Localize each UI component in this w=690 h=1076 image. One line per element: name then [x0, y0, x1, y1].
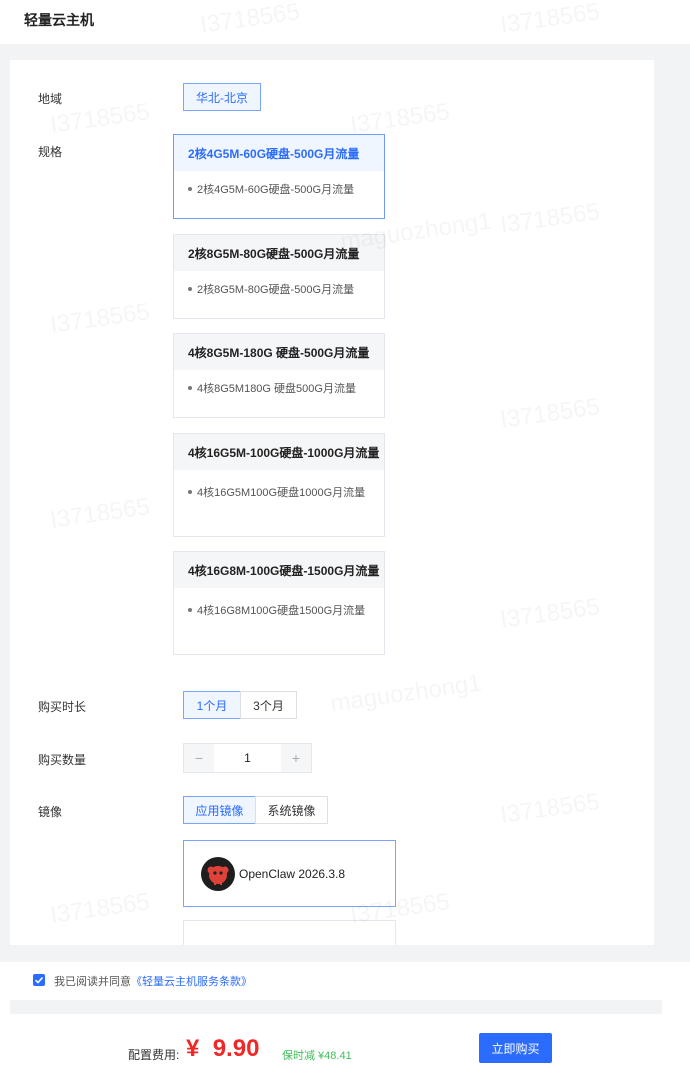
openclaw-logo-icon: [201, 856, 235, 891]
discount-text: 保时减 ¥48.41: [282, 1050, 352, 1062]
spec-option[interactable]: 2核4G5M-60G硬盘-500G月流量 2核4G5M-60G硬盘-500G月流…: [173, 134, 385, 219]
spec-option-desc: 4核16G8M100G硬盘1500G月流量: [197, 605, 366, 617]
page-title: 轻量云主机: [24, 12, 94, 28]
quantity-decrement-button[interactable]: −: [184, 744, 214, 772]
agreement-text: 我已阅读并同意《轻量云主机服务条款》: [54, 973, 252, 989]
spec-option-title: 4核8G5M-180G 硬盘-500G月流量: [174, 334, 384, 370]
spec-option-title: 4核16G8M-100G硬盘-1500G月流量: [174, 552, 384, 588]
agreement-prefix: 我已阅读并同意: [54, 976, 131, 988]
quantity-input[interactable]: 1: [214, 744, 281, 772]
spec-option[interactable]: 4核16G5M-100G硬盘-1000G月流量 4核16G5M100G硬盘100…: [173, 433, 385, 537]
footer-divider: [10, 1000, 662, 1014]
image-option-placeholder[interactable]: [183, 920, 396, 945]
terms-link[interactable]: 《轻量云主机服务条款》: [131, 976, 252, 988]
spec-option-title: 2核4G5M-60G硬盘-500G月流量: [174, 135, 384, 171]
spec-option-desc: 2核4G5M-60G硬盘-500G月流量: [197, 184, 355, 196]
currency-symbol: ¥: [186, 1035, 200, 1062]
quantity-label: 购买数量: [38, 753, 87, 767]
region-option-huabei-beijing[interactable]: 华北-北京: [183, 83, 261, 111]
image-option-openclaw[interactable]: OpenClaw 2026.3.8: [183, 840, 396, 907]
check-icon: [34, 976, 44, 984]
spec-label: 规格: [38, 145, 63, 159]
duration-option-1-month[interactable]: 1个月: [183, 691, 241, 719]
tab-system-image[interactable]: 系统镜像: [255, 796, 328, 824]
image-option-name: OpenClaw 2026.3.8: [239, 866, 346, 881]
tab-app-image[interactable]: 应用镜像: [183, 796, 256, 824]
fee-amount: ¥ 9.90: [186, 1035, 259, 1063]
spec-option[interactable]: 4核16G8M-100G硬盘-1500G月流量 4核16G8M100G硬盘150…: [173, 551, 385, 655]
fee-number: 9.90: [212, 1035, 260, 1062]
agreement-checkbox[interactable]: [33, 974, 45, 986]
region-label: 地域: [38, 92, 63, 106]
fee-label: 配置费用:: [128, 1048, 180, 1062]
duration-option-3-months[interactable]: 3个月: [240, 691, 297, 719]
bullet-icon: [188, 187, 192, 192]
quantity-increment-button[interactable]: +: [281, 744, 311, 772]
order-footer: [0, 1014, 690, 1076]
image-label: 镜像: [38, 805, 63, 819]
bullet-icon: [188, 287, 192, 292]
bullet-icon: [188, 386, 192, 391]
bullet-icon: [188, 608, 192, 613]
quantity-stepper: − 1 +: [183, 743, 312, 773]
buy-now-button[interactable]: 立即购买: [479, 1033, 552, 1063]
spec-option-title: 2核8G5M-80G硬盘-500G月流量: [174, 235, 384, 271]
spec-option[interactable]: 4核8G5M-180G 硬盘-500G月流量 4核8G5M180G 硬盘500G…: [173, 333, 385, 418]
spec-option-desc: 2核8G5M-80G硬盘-500G月流量: [197, 284, 355, 296]
bullet-icon: [188, 490, 192, 495]
page-header: 轻量云主机: [0, 0, 690, 44]
spec-option-desc: 4核8G5M180G 硬盘500G月流量: [197, 383, 356, 395]
spec-option[interactable]: 2核8G5M-80G硬盘-500G月流量 2核8G5M-80G硬盘-500G月流…: [173, 234, 385, 319]
duration-label: 购买时长: [38, 700, 87, 714]
spec-option-title: 4核16G5M-100G硬盘-1000G月流量: [174, 434, 384, 470]
spec-option-desc: 4核16G5M100G硬盘1000G月流量: [197, 487, 366, 499]
